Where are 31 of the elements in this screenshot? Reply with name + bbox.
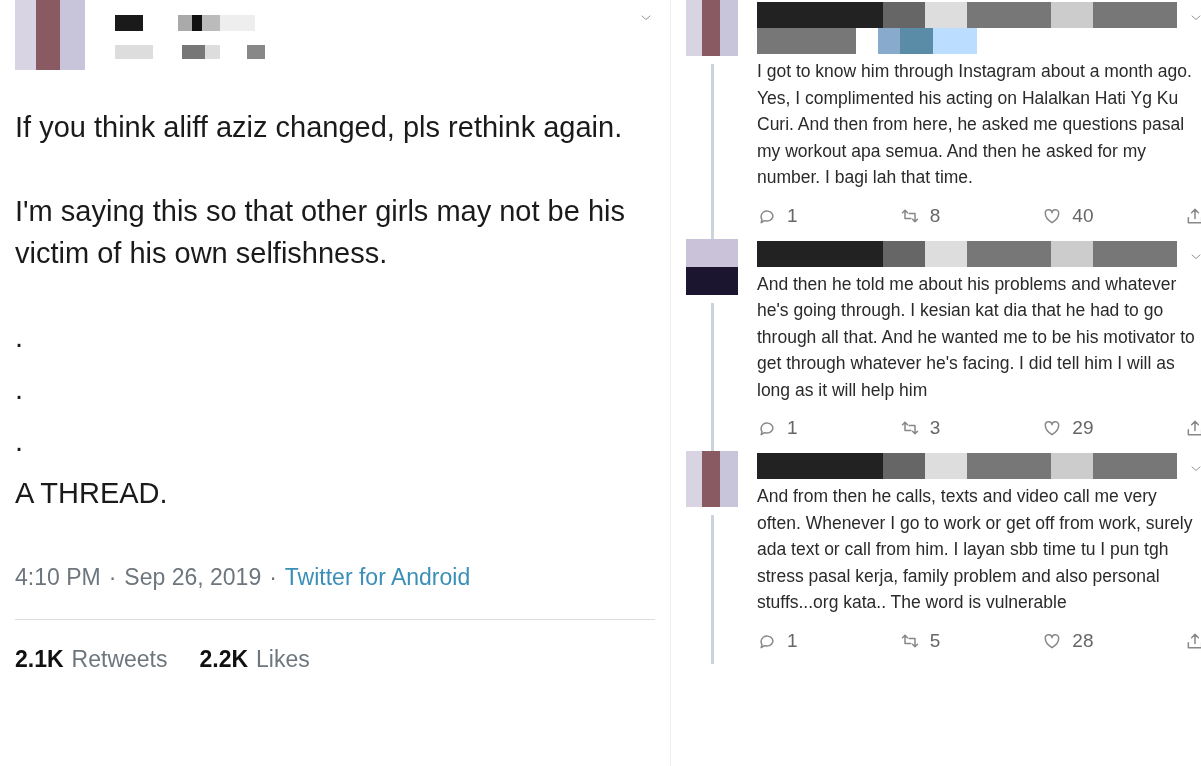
stat-label: Likes	[256, 646, 310, 673]
date-text: Sep 26, 2019	[124, 564, 262, 591]
reply-count: 1	[787, 629, 798, 652]
tweet-text: If you think aliff aziz changed, pls rethink again.	[15, 110, 624, 145]
like-count: 40	[1072, 204, 1094, 227]
tweet-text: And from then he calls, texts and video call me very often. Whenever I go to work or get off from work, surely ada text or call from him. I layan sbb time tu I pun tgh stress pasal kerja, family problem and also personal stuffs...org kata.. The word is vulnerable	[757, 485, 1194, 614]
tweet-text: A THREAD.	[15, 476, 169, 511]
tweet-text: .	[15, 424, 25, 459]
retweet-count: 3	[929, 417, 941, 439]
tweet-text: .	[15, 320, 25, 355]
stat-label: Retweets	[71, 646, 168, 673]
retweet-count: 8	[929, 204, 941, 227]
separator-dot: ·	[269, 564, 277, 591]
stat-count: 2.1K	[15, 646, 64, 673]
tweet-text: .	[15, 372, 25, 407]
like-count: 29	[1072, 417, 1094, 439]
blurred-avatar	[15, 0, 85, 70]
blurred-avatar	[686, 238, 738, 295]
tweet-text: I got to know him through Instagram about a month ago. Yes, I complimented his acting on Halalkan Hati Yg Ku Curi. And then from here, he asked me questions pasal my workout apa semua. And then he asked for my number. I bagi lah that time.	[757, 60, 1193, 189]
stat-count: 2.2K	[199, 646, 249, 673]
like-count: 28	[1072, 629, 1094, 652]
tweet-text: And then he told me about his problems and whatever he's going through. I kesian kat dia that he had to go through all that. And he wanted me to be his motivator to get through whatever he's facing. I did tell him I will as long as it will help him	[757, 272, 1196, 402]
source-link[interactable]: Twitter for Android	[284, 564, 471, 591]
time-text: 4:10 PM	[15, 564, 101, 591]
separator-dot: ·	[108, 564, 117, 591]
reply-count: 1	[787, 417, 798, 439]
blurred-avatar	[686, 0, 738, 56]
blurred-avatar	[686, 451, 738, 507]
reply-count: 1	[787, 204, 798, 227]
retweet-count: 5	[929, 629, 941, 652]
tweet-text: I'm saying this so that other girls may not be his victim of his own selfishness.	[15, 194, 626, 271]
